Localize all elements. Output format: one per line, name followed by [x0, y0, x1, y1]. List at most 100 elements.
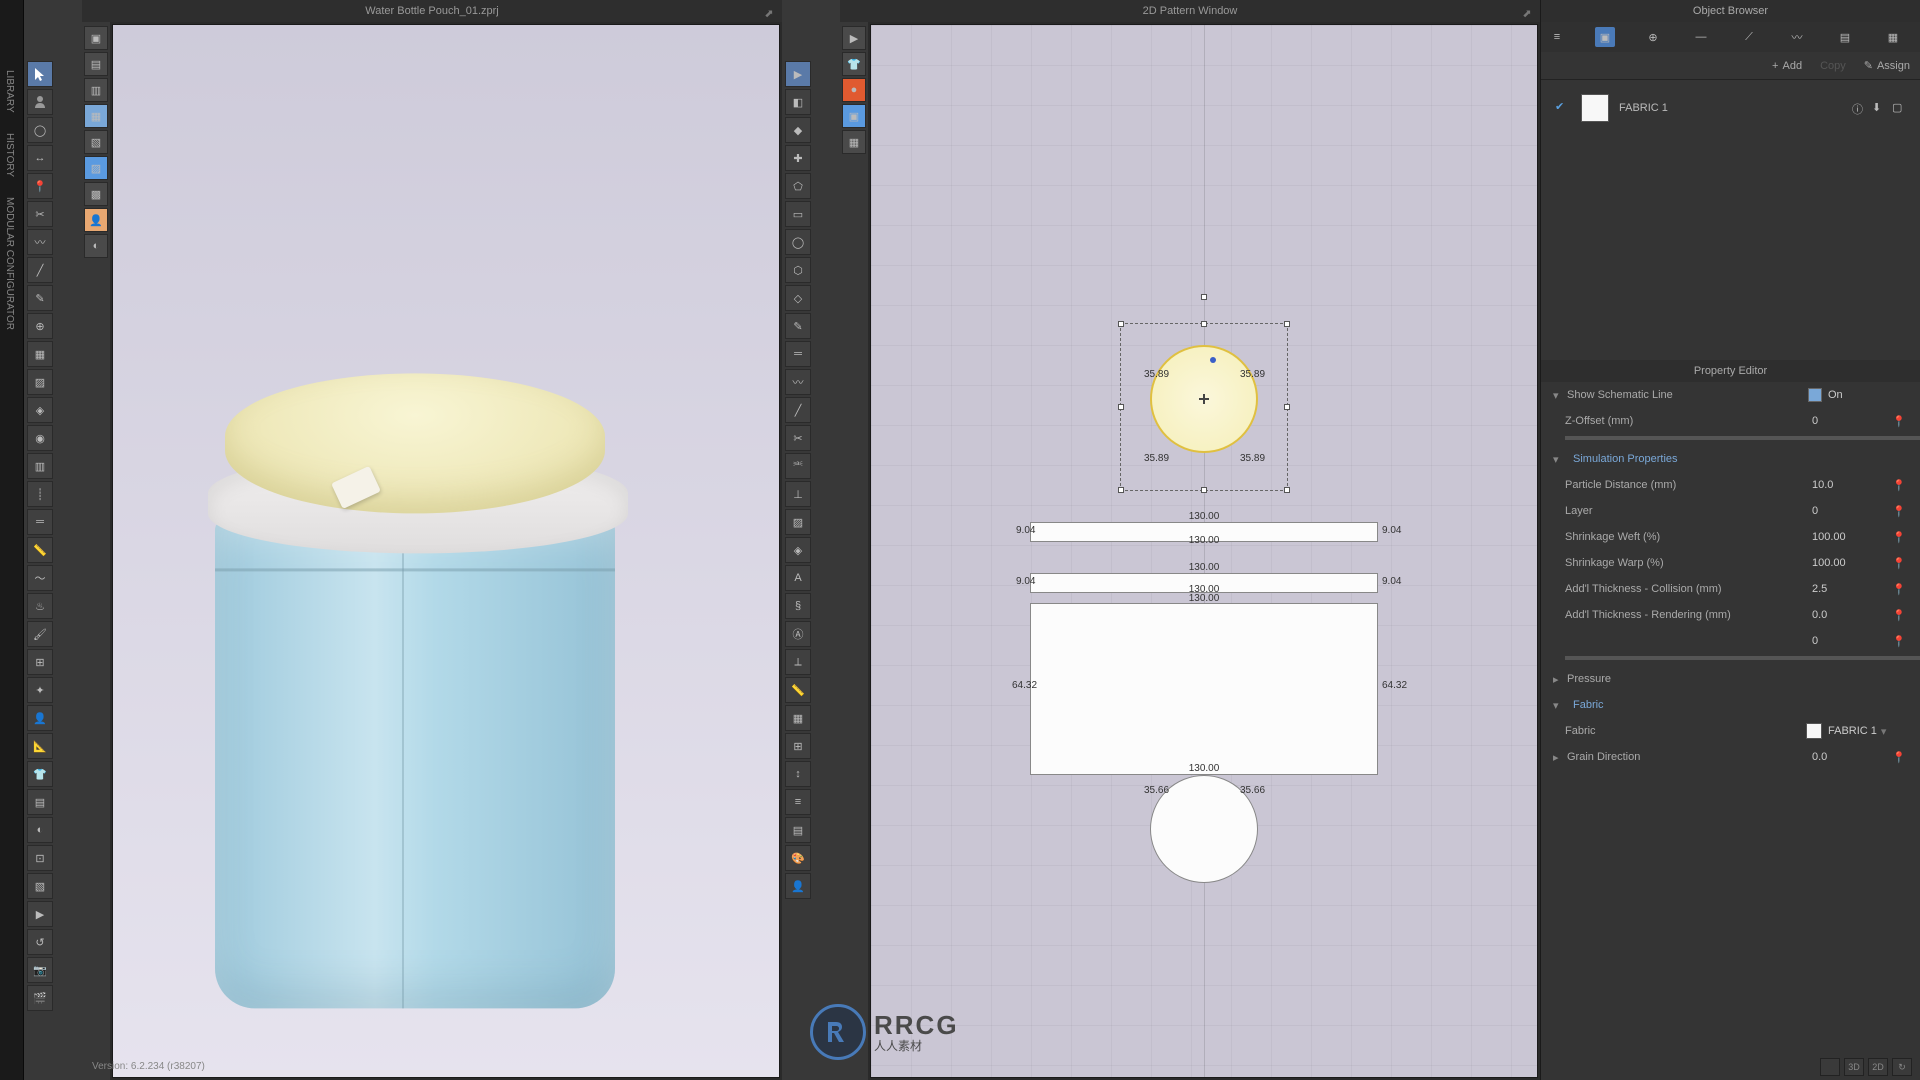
tack-tool[interactable]: ⊕: [27, 313, 53, 339]
viewport-2d-canvas[interactable]: 35.89 35.89 35.89 35.89 130.00 9.04 9.04…: [870, 24, 1538, 1078]
uv-tool[interactable]: ⊡: [27, 845, 53, 871]
internal-polygon-tool[interactable]: ⬡: [785, 257, 811, 283]
edit-texture-2d-tool[interactable]: ▨: [785, 509, 811, 535]
texture-tool[interactable]: ▨: [27, 369, 53, 395]
align-tool[interactable]: ≡: [785, 789, 811, 815]
edit-point-tool[interactable]: ◆: [785, 117, 811, 143]
shade-strain-tool[interactable]: ▩: [84, 182, 108, 206]
graphic-tool[interactable]: ◈: [27, 397, 53, 423]
shade-monochrome-tool[interactable]: ▥: [84, 78, 108, 102]
annotation-tool[interactable]: A: [785, 565, 811, 591]
shrink-weft-value[interactable]: 100.00: [1812, 531, 1892, 543]
z-offset-slider[interactable]: [1565, 436, 1920, 440]
tab-fabric[interactable]: ▣: [1595, 27, 1615, 47]
unnamed-slider[interactable]: [1565, 656, 1920, 660]
binding-tool[interactable]: ◈: [785, 537, 811, 563]
selection-handle-tc[interactable]: [1201, 321, 1207, 327]
pin-icon[interactable]: 📍: [1892, 531, 1908, 544]
show-avatar-tool[interactable]: 👤: [84, 208, 108, 232]
refresh-button[interactable]: ↻: [1892, 1058, 1912, 1076]
arrange-tool[interactable]: ⊞: [27, 649, 53, 675]
tab-scene[interactable]: ≡: [1547, 27, 1567, 47]
auto-grading-tool[interactable]: ⊞: [785, 733, 811, 759]
library-tab[interactable]: LIBRARY: [0, 60, 23, 123]
ellipse-tool[interactable]: ◯: [785, 229, 811, 255]
symbol-tool[interactable]: §: [785, 593, 811, 619]
2d-show-surface-tool[interactable]: ▣: [842, 104, 866, 128]
z-offset-value[interactable]: 0: [1812, 415, 1892, 427]
stitch-tool[interactable]: ┊: [27, 481, 53, 507]
view-mode-2d-button[interactable]: 2D: [1868, 1058, 1888, 1076]
select-tool[interactable]: [27, 61, 53, 87]
simulate-tool[interactable]: ▶: [27, 901, 53, 927]
dart-tool[interactable]: ◇: [785, 285, 811, 311]
addl-collision-value[interactable]: 2.5: [1812, 583, 1892, 595]
gizmo-tool[interactable]: ✦: [27, 677, 53, 703]
collapse-arrow-icon[interactable]: ▾: [1553, 699, 1563, 712]
collapse-arrow-icon[interactable]: ▾: [1553, 389, 1563, 402]
shade-thick-tool[interactable]: ▤: [84, 52, 108, 76]
pin-icon[interactable]: 📍: [1892, 609, 1908, 622]
info-icon[interactable]: ⓘ: [1852, 101, 1866, 115]
2d-show-garment-tool[interactable]: 👕: [842, 52, 866, 76]
simulation-properties-section[interactable]: Simulation Properties: [1567, 453, 1678, 465]
brush-tool[interactable]: 🖌: [27, 621, 53, 647]
pattern-body-panel[interactable]: [1030, 603, 1378, 775]
notch-tool[interactable]: ⊥: [785, 481, 811, 507]
grainline-tool[interactable]: ↕: [785, 761, 811, 787]
retopo-tool[interactable]: ▧: [27, 873, 53, 899]
selection-handle-tl[interactable]: [1118, 321, 1124, 327]
selection-handle-ml[interactable]: [1118, 404, 1124, 410]
pin-icon[interactable]: 📍: [1892, 635, 1908, 648]
move-tool[interactable]: ↔: [27, 145, 53, 171]
rectangle-tool[interactable]: ▭: [785, 201, 811, 227]
tab-button[interactable]: ⊕: [1643, 27, 1663, 47]
grading-tool[interactable]: ▦: [785, 705, 811, 731]
assign-button[interactable]: ✎Assign: [1864, 59, 1910, 72]
pin-tool[interactable]: 📍: [27, 173, 53, 199]
reset-tool[interactable]: ↺: [27, 929, 53, 955]
pin-icon[interactable]: 📍: [1892, 583, 1908, 596]
tab-stitch[interactable]: —: [1691, 27, 1711, 47]
avatar-tool[interactable]: [27, 89, 53, 115]
steam-tool[interactable]: ♨: [27, 593, 53, 619]
segment-sew-tool[interactable]: 〰: [785, 369, 811, 395]
unnamed-value[interactable]: 0: [1812, 635, 1892, 647]
button-tool[interactable]: ◉: [27, 425, 53, 451]
fabric-section[interactable]: Fabric: [1567, 699, 1604, 711]
addl-rendering-value[interactable]: 0.0: [1812, 609, 1892, 621]
lasso-tool[interactable]: ◯: [27, 117, 53, 143]
edit-sewing-tool[interactable]: ✂: [785, 425, 811, 451]
edit-sew-tool[interactable]: ╱: [27, 257, 53, 283]
selection-handle-mr[interactable]: [1284, 404, 1290, 410]
selection-handle-br[interactable]: [1284, 487, 1290, 493]
pattern-top-circle[interactable]: [1150, 345, 1258, 453]
grain-direction-value[interactable]: 0.0: [1812, 751, 1892, 763]
fold-tool[interactable]: ⎃: [785, 453, 811, 479]
pin-icon[interactable]: 📍: [1892, 505, 1908, 518]
collapse-arrow-icon[interactable]: ▸: [1553, 751, 1563, 764]
zipper-tool[interactable]: ▥: [27, 453, 53, 479]
edit-pattern-tool[interactable]: ▶: [785, 61, 811, 87]
viewport-3d-canvas[interactable]: [112, 24, 780, 1078]
download-icon[interactable]: ⬇: [1872, 101, 1886, 115]
collapse-arrow-icon[interactable]: ▸: [1553, 673, 1563, 686]
colorway-tool[interactable]: 🎨: [785, 845, 811, 871]
tab-print[interactable]: ▤: [1835, 27, 1855, 47]
2d-select-display-tool[interactable]: ▶: [842, 26, 866, 50]
free-sew-tool[interactable]: ✎: [27, 285, 53, 311]
history-tab[interactable]: HISTORY: [0, 123, 23, 187]
2d-show-avatar-tool[interactable]: ●: [842, 78, 866, 102]
print-layout-tool[interactable]: ▤: [785, 817, 811, 843]
trace-tool[interactable]: ✎: [785, 313, 811, 339]
pressure-section[interactable]: Pressure: [1567, 673, 1611, 685]
pin-icon[interactable]: 📍: [1892, 479, 1908, 492]
shrink-warp-value[interactable]: 100.00: [1812, 557, 1892, 569]
layer-value[interactable]: 0: [1812, 505, 1892, 517]
strain-map-tool[interactable]: ▤: [27, 789, 53, 815]
delete-icon[interactable]: ▢: [1892, 101, 1906, 115]
modular-configurator-tab[interactable]: MODULAR CONFIGURATOR: [0, 187, 23, 340]
selection-handle-bc[interactable]: [1201, 487, 1207, 493]
piping-tool[interactable]: ═: [27, 509, 53, 535]
particle-distance-value[interactable]: 10.0: [1812, 479, 1892, 491]
